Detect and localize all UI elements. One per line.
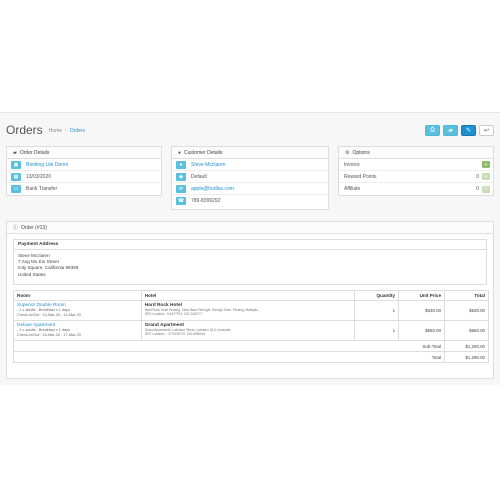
order-details-title: Order Details — [19, 149, 50, 156]
hotel-gps: GPS Location : 5.4677974, 100.2418777 — [144, 312, 203, 317]
column-header-quantity: Quantity — [354, 290, 400, 301]
subtotal-label: Sub-Total — [12, 340, 446, 352]
page-title: Orders — [6, 123, 43, 137]
total-value: $1,290.00 — [444, 351, 489, 363]
user-icon: ● — [178, 149, 182, 156]
envelope-icon: ✉ — [176, 184, 186, 193]
payment-method-row: ▭ Bank Transfer — [7, 183, 161, 195]
options-title: Options — [352, 149, 370, 156]
print-shipping-button[interactable]: ▰ — [443, 125, 458, 136]
table-row: Superior Double Room - 1 x adults : Brea… — [13, 300, 489, 321]
table-row: Deluxe Apartment - 1 x adults : Breakfas… — [13, 320, 489, 341]
credit-card-icon: ▭ — [11, 185, 21, 193]
generate-invoice-button[interactable]: + — [482, 161, 490, 168]
email-row: ✉ apple@hodlas.com — [172, 183, 328, 195]
customer-details-title: Customer Details — [184, 149, 223, 156]
date-row: ▦ 13/03/2020 — [7, 171, 161, 183]
info-icon: ⓘ — [13, 225, 19, 231]
date-added: 13/03/2020 — [26, 173, 52, 180]
breadcrumb-home[interactable]: Home — [49, 128, 62, 134]
cart-icon: ▰ — [13, 149, 17, 156]
print-icon: ⎙ — [430, 127, 435, 133]
store-link[interactable]: Booking Lite Demo — [26, 162, 68, 168]
options-heading: ⚙ Options — [339, 147, 493, 159]
subtotal-value: $1,290.00 — [444, 340, 489, 352]
add-reward-button[interactable]: + — [482, 173, 490, 180]
room-dates: Check-In/Out : 13-Mar-20 - 14-Mar-20 — [17, 313, 81, 317]
print-invoice-button[interactable]: ⎙ — [425, 125, 440, 136]
customer-user-icon: ● — [176, 160, 186, 169]
reward-points-label: Reward Points — [344, 173, 377, 180]
hotel-gps: GPS Location : -27.9435719, 153.4086044 — [144, 332, 206, 337]
toolbar: ⎙ ▰ ✎ ↩ — [425, 125, 494, 136]
invoice-label: Invoice — [344, 161, 360, 168]
order-title: Order (#13) — [21, 224, 47, 231]
breadcrumb-orders[interactable]: Orders — [70, 128, 85, 134]
reward-points-row: Reward Points 0 + — [339, 171, 493, 183]
payment-address: Steve Mcclaren 7 Ang Mo Kio Street Icity… — [14, 250, 486, 281]
order-details-heading: ▰ Order Details — [7, 147, 161, 159]
back-button[interactable]: ↩ — [479, 125, 494, 136]
orders-page: Orders Home › Orders ⎙ ▰ ✎ ↩ ▰ Order Det… — [0, 112, 500, 385]
item-unit-price: $630.00 — [398, 300, 446, 321]
column-header-room: Room — [13, 290, 142, 301]
add-commission-button[interactable]: + — [482, 185, 490, 193]
edit-button[interactable]: ✎ — [461, 125, 476, 136]
store-icon: ▣ — [11, 160, 21, 169]
customer-row: ● Steve Mcclaren — [172, 159, 328, 171]
payment-address-box: Payment Address Steve Mcclaren 7 Ang Mo … — [13, 239, 487, 285]
reward-points-value: 0 — [476, 173, 479, 180]
customer-name-link[interactable]: Steve Mcclaren — [191, 162, 225, 168]
payment-address-heading: Payment Address — [14, 240, 486, 250]
item-unit-price: $660.00 — [398, 320, 446, 341]
order-panel: ⓘ Order (#13) Payment Address Steve Mccl… — [6, 221, 494, 379]
total-label: Total — [12, 351, 446, 363]
telephone: 789-8399292 — [191, 198, 221, 204]
affiliate-row: Affiliate 0 + — [339, 183, 493, 195]
breadcrumb-separator: › — [65, 128, 67, 134]
item-quantity: 1 — [354, 300, 400, 321]
customer-details-heading: ● Customer Details — [172, 147, 328, 159]
item-total: $660.00 — [444, 320, 489, 341]
invoice-row: Invoice + — [339, 159, 493, 171]
email-link[interactable]: apple@hodlas.com — [191, 186, 234, 192]
calendar-icon: ▦ — [11, 172, 21, 181]
truck-icon: ▰ — [448, 128, 453, 134]
column-header-unit-price: Unit Price — [398, 290, 446, 301]
page-header: Orders Home › Orders ⎙ ▰ ✎ ↩ — [6, 123, 494, 137]
customer-group: Default — [191, 173, 207, 180]
affiliate-label: Affiliate — [344, 186, 361, 192]
customer-details-panel: ● Customer Details ● Steve Mcclaren ◆ De… — [171, 146, 329, 210]
phone-icon: ☎ — [176, 197, 186, 205]
item-quantity: 1 — [354, 320, 400, 341]
room-dates: Check-In/Out : 16-Mar-20 - 17-Mar-20 — [17, 333, 81, 337]
store-row: ▣ Booking Lite Demo — [7, 159, 161, 171]
total-row: Total $1,290.00 — [12, 351, 489, 363]
telephone-row: ☎ 789-8399292 — [172, 195, 328, 207]
group-icon: ◆ — [176, 172, 186, 181]
column-header-hotel: Hotel — [140, 290, 356, 301]
breadcrumb: Home › Orders — [49, 128, 85, 134]
back-icon: ↩ — [483, 128, 490, 134]
payment-method: Bank Transfer — [26, 186, 58, 192]
affiliate-value: 0 — [476, 186, 479, 192]
order-heading: ⓘ Order (#13) — [7, 222, 493, 234]
customer-group-row: ◆ Default — [172, 171, 328, 183]
subtotal-row: Sub-Total $1,290.00 — [12, 340, 489, 352]
column-header-total: Total — [444, 290, 489, 301]
options-panel: ⚙ Options Invoice + Reward Points 0 + Af… — [338, 146, 494, 196]
item-total: $630.00 — [444, 300, 489, 321]
address-line: United States — [18, 271, 46, 277]
order-details-panel: ▰ Order Details ▣ Booking Lite Demo ▦ 13… — [6, 146, 162, 196]
table-header-row: Room Hotel Quantity Unit Price Total — [13, 290, 489, 301]
edit-icon: ✎ — [465, 128, 472, 134]
order-items-table: Room Hotel Quantity Unit Price Total Sup… — [12, 290, 489, 363]
cog-icon: ⚙ — [345, 149, 350, 156]
